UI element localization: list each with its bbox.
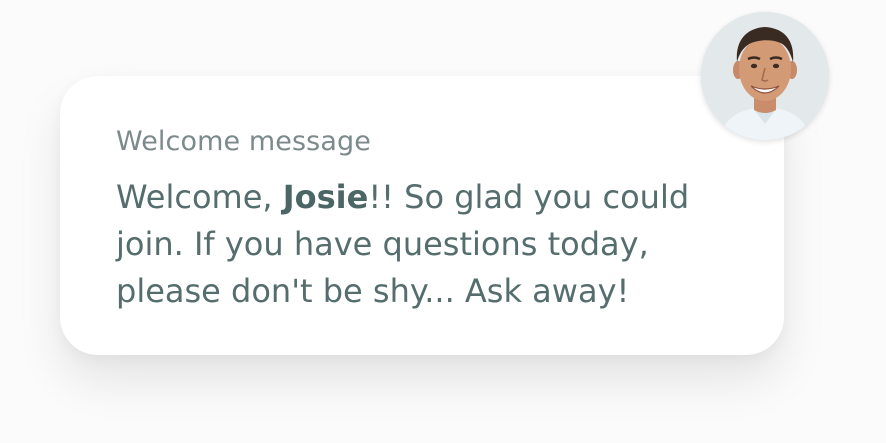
page-background: Welcome message Welcome, Josie!! So glad… bbox=[0, 0, 886, 443]
message-prefix: Welcome, bbox=[116, 178, 283, 216]
welcome-message-label: Welcome message bbox=[116, 126, 371, 157]
user-name: Josie bbox=[282, 178, 369, 216]
welcome-message-text: Welcome, Josie!! So glad you could join.… bbox=[116, 174, 736, 315]
welcome-message-card: Welcome message Welcome, Josie!! So glad… bbox=[60, 76, 784, 355]
host-photo-icon bbox=[701, 12, 829, 140]
host-avatar bbox=[701, 12, 829, 140]
